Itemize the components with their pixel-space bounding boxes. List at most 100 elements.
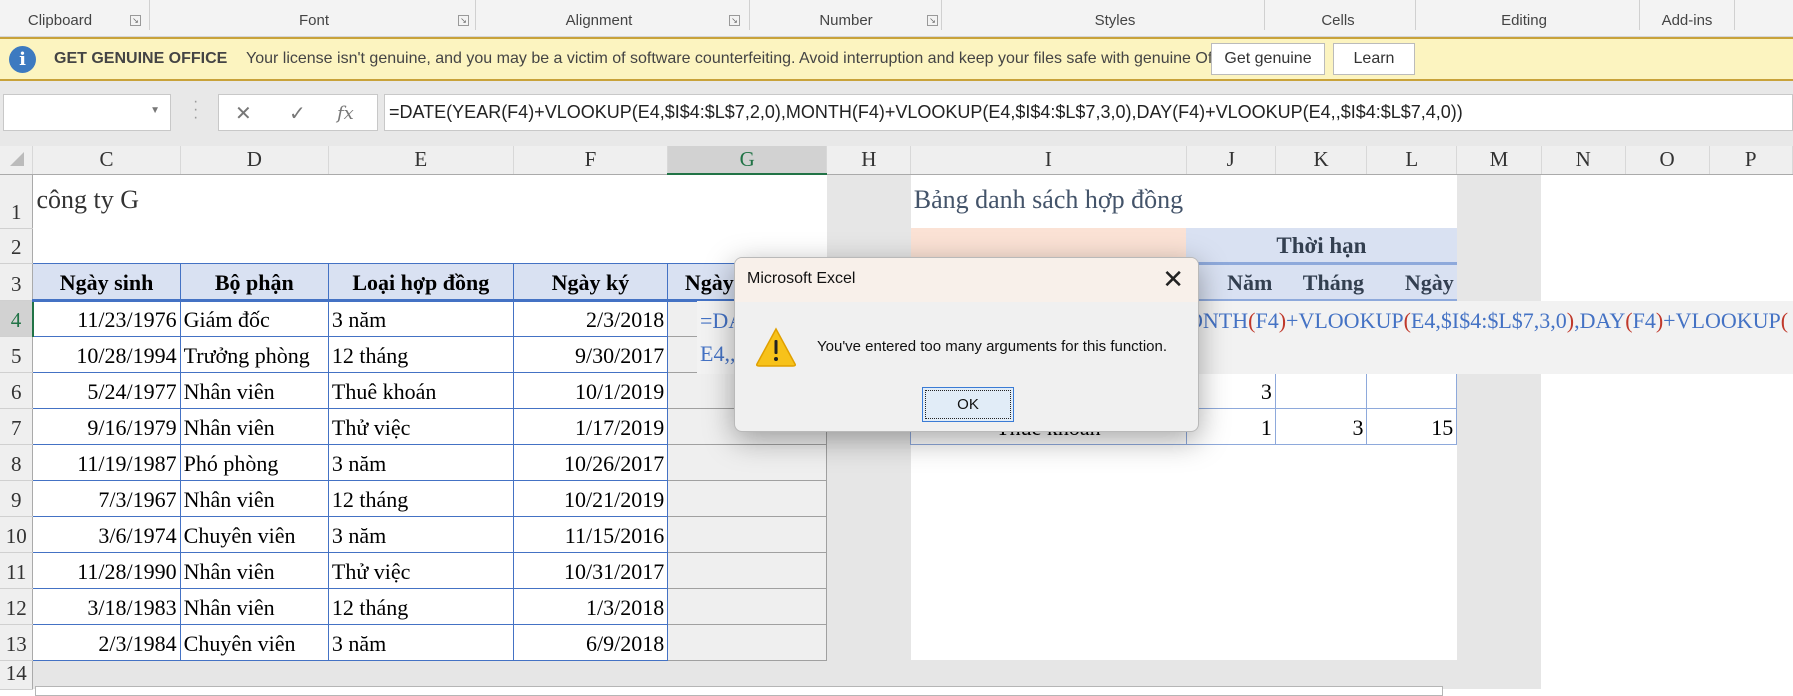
cell-f7[interactable]: 1/17/2019: [512, 408, 668, 445]
cell-f2[interactable]: [513, 228, 668, 263]
row-header-6[interactable]: 6: [0, 372, 34, 409]
cell-p11[interactable]: [1709, 552, 1793, 588]
cell-m1[interactable]: [1456, 174, 1542, 228]
drag-handle-icon[interactable]: · · ·: [193, 94, 198, 126]
cell-f13[interactable]: 6/9/2018: [512, 624, 668, 661]
cell-l1[interactable]: [1366, 174, 1457, 228]
cell-h1[interactable]: [826, 174, 911, 228]
column-header-k[interactable]: K: [1275, 146, 1368, 175]
cell-f9[interactable]: 10/21/2019: [512, 480, 668, 517]
cell-f12[interactable]: 1/3/2018: [512, 588, 668, 625]
cell-i14[interactable]: [910, 660, 1187, 689]
cell-o2[interactable]: [1625, 228, 1710, 263]
row-header-5[interactable]: 5: [0, 336, 34, 373]
cell-d7[interactable]: Nhân viên: [179, 408, 329, 445]
cell-l13[interactable]: [1366, 624, 1457, 660]
cell-c3[interactable]: Ngày sinh: [32, 262, 181, 302]
cell-o7[interactable]: [1625, 408, 1710, 444]
ok-button[interactable]: OK: [922, 387, 1014, 422]
column-header-e[interactable]: E: [328, 146, 514, 175]
cell-g1[interactable]: [667, 174, 827, 228]
cell-p6[interactable]: [1709, 372, 1793, 408]
cell-m14[interactable]: [1456, 660, 1542, 689]
cell-m10[interactable]: [1456, 516, 1542, 552]
cell-e12[interactable]: 12 tháng: [327, 588, 514, 625]
cell-f10[interactable]: 11/15/2016: [512, 516, 668, 553]
cell-c11[interactable]: 11/28/1990: [32, 552, 181, 589]
cell-e1[interactable]: [328, 174, 514, 228]
cell-j11[interactable]: [1186, 552, 1276, 588]
cell-c4[interactable]: 11/23/1976: [32, 300, 181, 337]
cell-c13[interactable]: 2/3/1984: [32, 624, 181, 661]
cell-k6[interactable]: [1274, 371, 1368, 409]
row-header-12[interactable]: 12: [0, 588, 34, 625]
cell-m8[interactable]: [1456, 444, 1542, 480]
chevron-down-icon[interactable]: ▼: [150, 105, 160, 116]
row-header-8[interactable]: 8: [0, 444, 34, 481]
row-header-11[interactable]: 11: [0, 552, 34, 589]
cell-c6[interactable]: 5/24/1977: [32, 372, 181, 409]
cell-e7[interactable]: Thử việc: [327, 408, 514, 445]
cell-l12[interactable]: [1366, 588, 1457, 624]
cell-i1[interactable]: Bảng danh sách hợp đồng: [910, 174, 1187, 228]
row-header-14[interactable]: 14: [0, 660, 34, 690]
cell-p8[interactable]: [1709, 444, 1793, 480]
cell-g8[interactable]: [667, 444, 828, 481]
cell-p14[interactable]: [1709, 660, 1793, 689]
cell-n7[interactable]: [1541, 408, 1626, 444]
cell-j1[interactable]: [1186, 174, 1276, 228]
cell-e3[interactable]: Loại hợp đồng: [327, 262, 514, 302]
cell-m13[interactable]: [1456, 624, 1542, 660]
cell-o9[interactable]: [1625, 480, 1710, 516]
cell-n10[interactable]: [1541, 516, 1626, 552]
enter-check-icon[interactable]: ✓: [289, 101, 306, 126]
cell-g10[interactable]: [667, 516, 828, 553]
cell-c8[interactable]: 11/19/1987: [32, 444, 181, 481]
cell-k3[interactable]: Tháng: [1275, 263, 1367, 302]
column-header-m[interactable]: M: [1456, 146, 1542, 175]
cell-l3[interactable]: Ngày: [1366, 263, 1457, 302]
cell-f1[interactable]: [513, 174, 668, 228]
cell-l7[interactable]: 15: [1366, 407, 1458, 445]
cell-n8[interactable]: [1541, 444, 1626, 480]
close-icon[interactable]: ✕: [1162, 265, 1184, 295]
cell-d8[interactable]: Phó phòng: [179, 444, 329, 481]
cell-n2[interactable]: [1541, 228, 1626, 263]
formula-input[interactable]: =DATE(YEAR(F4)+VLOOKUP(E4,$I$4:$L$7,2,0)…: [384, 94, 1793, 131]
cell-k1[interactable]: [1275, 174, 1367, 228]
cell-g14[interactable]: [667, 660, 827, 689]
cell-h10[interactable]: [826, 516, 911, 552]
cell-k9[interactable]: [1275, 480, 1367, 516]
cell-j9[interactable]: [1186, 480, 1276, 516]
learn-more-button[interactable]: Learn more: [1333, 43, 1415, 97]
select-all-corner[interactable]: [0, 146, 34, 175]
alignment-launcher-icon[interactable]: ↘: [729, 15, 740, 26]
insert-function-icon[interactable]: fx: [337, 103, 354, 124]
cell-f14[interactable]: [513, 660, 668, 689]
cell-c2[interactable]: [32, 228, 181, 263]
cell-f5[interactable]: 9/30/2017: [512, 336, 668, 373]
cancel-icon[interactable]: ✕: [235, 101, 252, 126]
cell-f6[interactable]: 10/1/2019: [512, 372, 668, 409]
cell-e13[interactable]: 3 năm: [327, 624, 514, 661]
cell-p7[interactable]: [1709, 408, 1793, 444]
cell-o10[interactable]: [1625, 516, 1710, 552]
cell-p13[interactable]: [1709, 624, 1793, 660]
cell-d13[interactable]: Chuyên viên: [179, 624, 329, 661]
cell-j14[interactable]: [1186, 660, 1276, 689]
get-genuine-office-button[interactable]: Get genuine Office: [1211, 43, 1325, 97]
cell-p1[interactable]: [1709, 174, 1793, 228]
cell-p2[interactable]: [1709, 228, 1793, 263]
cell-c9[interactable]: 7/3/1967: [32, 480, 181, 517]
cell-o12[interactable]: [1625, 588, 1710, 624]
cell-j10[interactable]: [1186, 516, 1276, 552]
cell-c10[interactable]: 3/6/1974: [32, 516, 181, 553]
row-header-3[interactable]: 3: [0, 263, 34, 301]
column-header-c[interactable]: C: [32, 146, 181, 175]
row-header-7[interactable]: 7: [0, 408, 34, 445]
cell-f3[interactable]: Ngày ký: [512, 262, 669, 302]
cell-l10[interactable]: [1366, 516, 1457, 552]
cell-p10[interactable]: [1709, 516, 1793, 552]
cell-d5[interactable]: Trưởng phòng: [179, 336, 329, 373]
cell-e6[interactable]: Thuê khoán: [327, 372, 514, 409]
